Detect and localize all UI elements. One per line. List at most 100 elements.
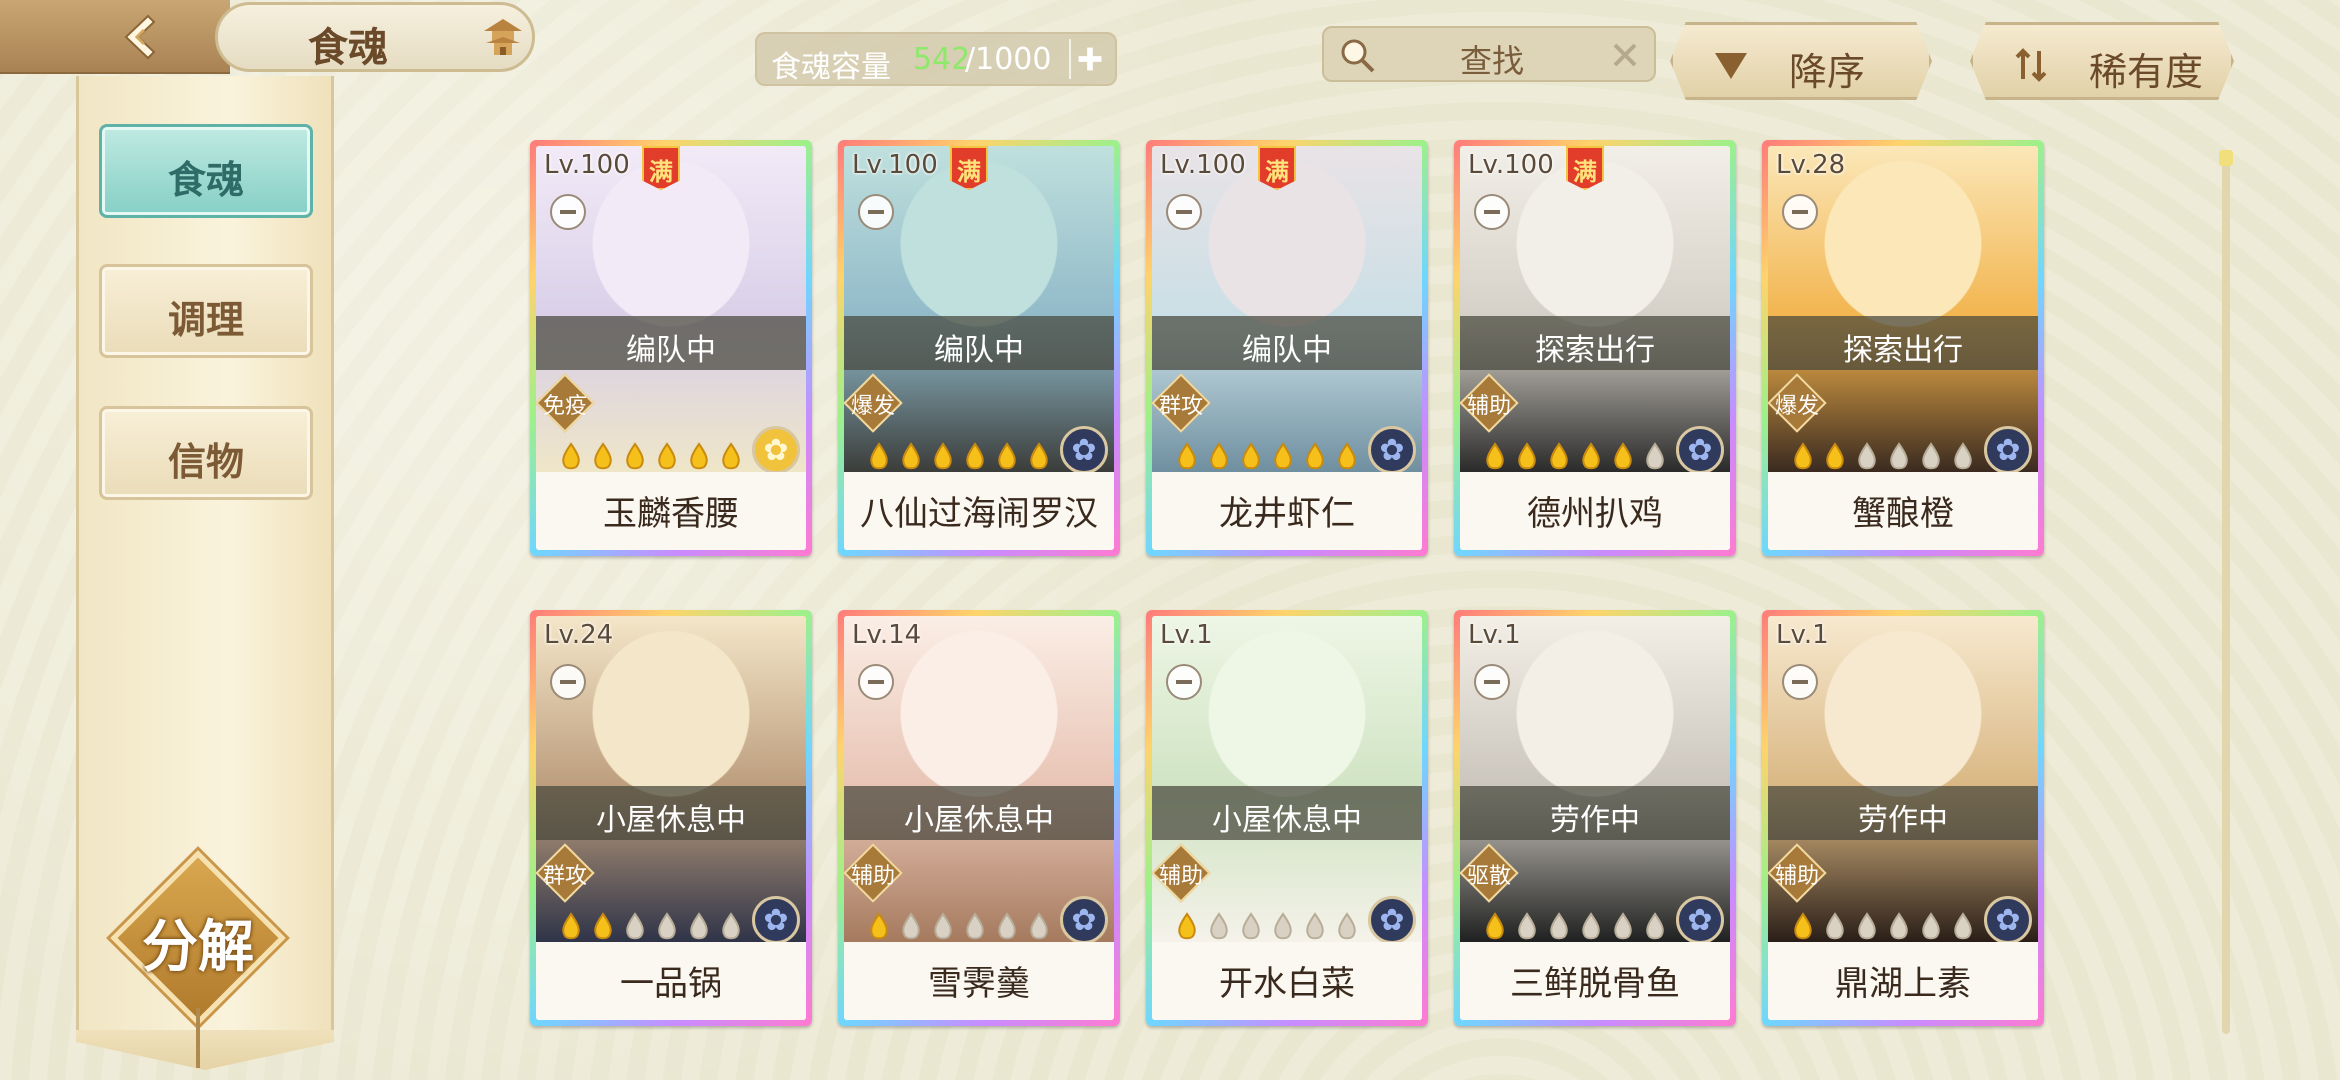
food-soul-card[interactable]: Lv.100 满 探索出行 辅助 德州扒鸡 [1454,140,1736,556]
flame-star-dim-icon [626,912,644,940]
status-bar: 探索出行 [1460,316,1730,370]
status-bar: 编队中 [536,316,806,370]
flame-star-dim-icon [902,912,920,940]
flame-star-lit-icon [626,442,644,470]
flame-star-dim-icon [1338,912,1356,940]
scrollbar-thumb[interactable] [2219,150,2233,166]
character-name: 德州扒鸡 [1527,494,1663,534]
food-soul-card[interactable]: Lv.28 探索出行 爆发 蟹酿橙 [1762,140,2044,556]
role-badge: 驱散 [1460,843,1519,903]
flame-star-lit-icon [1550,442,1568,470]
flame-star-dim-icon [1030,912,1048,940]
flame-star-dim-icon [1826,912,1844,940]
flame-star-dim-icon [1890,442,1908,470]
scrollbar[interactable] [2222,150,2230,1034]
flame-star-lit-icon [594,442,612,470]
tab-tokens[interactable]: 信物 [99,406,313,500]
card-inner: Lv.1 小屋休息中 辅助 开水白菜 [1152,616,1422,1020]
flame-star-lit-icon [998,442,1016,470]
food-soul-card[interactable]: Lv.1 小屋休息中 辅助 开水白菜 [1146,610,1428,1026]
flame-star-lit-icon [1582,442,1600,470]
max-level-text: 满 [649,158,673,186]
level-label: Lv.1 [1468,620,1521,650]
flame-star-dim-icon [658,912,676,940]
card-inner: Lv.100 满 编队中 群攻 龙井虾仁 [1152,146,1422,550]
flame-star-dim-icon [1582,912,1600,940]
triangle-down-icon [1715,53,1747,79]
element-flower-icon [1676,896,1724,944]
name-plate: 德州扒鸡 [1460,472,1730,550]
element-flower-icon [752,426,800,474]
food-soul-card[interactable]: Lv.1 劳作中 辅助 鼎湖上素 [1762,610,2044,1026]
flame-star-dim-icon [722,912,740,940]
flame-star-lit-icon [1210,442,1228,470]
add-capacity-icon[interactable] [1069,39,1109,79]
food-soul-card[interactable]: Lv.100 满 编队中 免疫 玉麟香腰 [530,140,812,556]
status-bar: 小屋休息中 [844,786,1114,840]
element-flower-icon [752,896,800,944]
bowl-icon [1474,664,1510,700]
status-text: 编队中 [934,333,1024,368]
status-text: 编队中 [1242,333,1332,368]
status-text: 编队中 [626,333,716,368]
status-bar: 小屋休息中 [536,786,806,840]
name-plate: 玉麟香腰 [536,472,806,550]
role-text: 群攻 [542,864,587,889]
status-text: 探索出行 [1535,333,1655,368]
character-name: 三鲜脱骨鱼 [1510,964,1680,1004]
star-rating [1172,912,1362,942]
name-plate: 龙井虾仁 [1152,472,1422,550]
flame-star-dim-icon [1274,912,1292,940]
tab-food-souls[interactable]: 食魂 [99,124,313,218]
food-soul-card[interactable]: Lv.24 小屋休息中 群攻 一品锅 [530,610,812,1026]
flame-star-lit-icon [1486,442,1504,470]
element-flower-icon [1676,426,1724,474]
role-badge: 群攻 [536,843,595,903]
level-label: Lv.28 [1776,150,1846,180]
decompose-button[interactable]: 分解 [110,850,286,1068]
search-input[interactable]: 查找 [1322,26,1656,82]
character-name: 蟹酿橙 [1852,494,1954,534]
role-badge: 免疫 [536,373,595,433]
role-text: 驱散 [1466,864,1511,889]
flame-star-lit-icon [902,442,920,470]
card-inner: Lv.100 满 探索出行 辅助 德州扒鸡 [1460,146,1730,550]
pagoda-icon[interactable] [480,15,526,59]
role-text: 辅助 [1158,864,1203,889]
character-name: 玉麟香腰 [603,494,739,534]
name-plate: 蟹酿橙 [1768,472,2038,550]
character-name: 雪霁羹 [928,964,1030,1004]
tab-conditioning[interactable]: 调理 [99,264,313,358]
card-inner: Lv.100 满 编队中 爆发 八仙过海闹罗汉 [844,146,1114,550]
name-plate: 一品锅 [536,942,806,1020]
level-label: Lv.24 [544,620,614,650]
card-inner: Lv.1 劳作中 辅助 鼎湖上素 [1768,616,2038,1020]
max-level-text: 满 [1265,158,1289,186]
flame-star-dim-icon [1646,912,1664,940]
flame-star-lit-icon [1794,442,1812,470]
card-inner: Lv.28 探索出行 爆发 蟹酿橙 [1768,146,2038,550]
decompose-tassel [196,1008,200,1068]
tab-label: 信物 [167,439,244,484]
status-text: 小屋休息中 [596,803,746,838]
card-inner: Lv.24 小屋休息中 群攻 一品锅 [536,616,806,1020]
close-icon[interactable] [1610,40,1640,70]
food-soul-card[interactable]: Lv.14 小屋休息中 辅助 雪霁羹 [838,610,1120,1026]
flame-star-lit-icon [934,442,952,470]
status-bar: 探索出行 [1768,316,2038,370]
sort-key-button[interactable]: 稀有度 [1970,22,2234,100]
role-text: 辅助 [1466,394,1511,419]
sort-order-label: 降序 [1789,50,1866,94]
back-button[interactable] [0,0,230,74]
search-icon [1341,39,1375,73]
flame-star-lit-icon [1178,912,1196,940]
food-soul-card[interactable]: Lv.1 劳作中 驱散 三鲜脱骨鱼 [1454,610,1736,1026]
star-rating [864,442,1054,472]
food-soul-card[interactable]: Lv.100 满 编队中 群攻 龙井虾仁 [1146,140,1428,556]
food-soul-card[interactable]: Lv.100 满 编队中 爆发 八仙过海闹罗汉 [838,140,1120,556]
role-badge: 辅助 [844,843,903,903]
flame-star-dim-icon [1858,912,1876,940]
sort-order-button[interactable]: 降序 [1670,22,1932,100]
element-flower-icon [1984,896,2032,944]
status-bar: 编队中 [844,316,1114,370]
